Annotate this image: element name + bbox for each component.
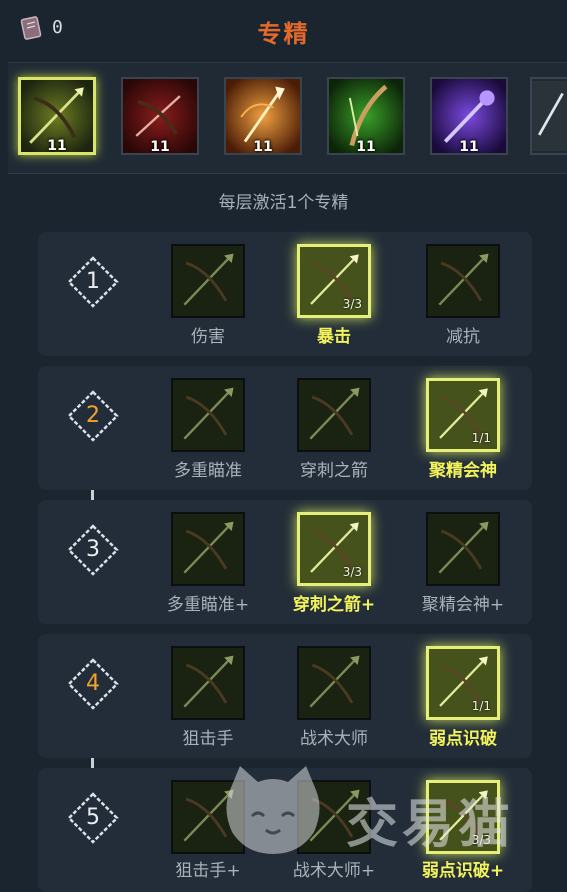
skill-icon-weakness[interactable]: 1/1 bbox=[426, 646, 500, 720]
skill-label: 狙击手 bbox=[182, 729, 234, 749]
weapon-level: 11 bbox=[150, 139, 170, 155]
skill-label: 弱点识破 bbox=[429, 729, 497, 749]
watermark: 交易猫 bbox=[218, 760, 548, 860]
page-title: 专精 bbox=[257, 20, 310, 48]
skill-icon-tactician[interactable] bbox=[297, 646, 371, 720]
weapon-slot-crossbow[interactable]: 11 bbox=[121, 77, 199, 155]
weapon-level: 11 bbox=[47, 138, 67, 154]
skill-rank: 1/1 bbox=[471, 699, 491, 713]
weapon-slot-blade[interactable] bbox=[530, 77, 567, 155]
tier-number: 2 bbox=[86, 403, 100, 428]
skill-icon-crit[interactable]: 3/3 bbox=[297, 244, 371, 318]
tier-number: 5 bbox=[86, 805, 100, 830]
skill-icon-sniper[interactable] bbox=[171, 646, 245, 720]
weapon-level: 11 bbox=[356, 139, 376, 155]
tier-node-2: 2 bbox=[63, 386, 123, 446]
skill-rank: 3/3 bbox=[342, 297, 362, 311]
skill-icon-focus[interactable]: 1/1 bbox=[426, 378, 500, 452]
weapon-slot-flame-spear[interactable]: 11 bbox=[224, 77, 302, 155]
tier-number: 4 bbox=[86, 671, 100, 696]
skill-icon-multi-aim-plus[interactable] bbox=[171, 512, 245, 586]
skill-icon-damage[interactable] bbox=[171, 244, 245, 318]
skill-label: 多重瞄准 bbox=[174, 461, 242, 481]
skill-label: 多重瞄准+ bbox=[166, 595, 250, 615]
skill-label: 聚精会神 bbox=[429, 461, 497, 481]
skill-label: 战术大师 bbox=[300, 729, 368, 749]
tier-node-4: 4 bbox=[63, 654, 123, 714]
tier-number: 3 bbox=[86, 537, 100, 562]
skill-icon-piercing-arrow-plus[interactable]: 3/3 bbox=[297, 512, 371, 586]
tier-node-5: 5 bbox=[63, 788, 123, 848]
tier-node-3: 3 bbox=[63, 520, 123, 580]
skill-label: 穿刺之箭 bbox=[300, 461, 368, 481]
skill-label: 穿刺之箭+ bbox=[292, 595, 376, 615]
skill-label: 聚精会神+ bbox=[421, 595, 505, 615]
weapon-selector: 11 11 11 11 11 bbox=[8, 62, 567, 174]
skill-icon-resist-down[interactable] bbox=[426, 244, 500, 318]
weapon-slot-green-bow[interactable]: 11 bbox=[327, 77, 405, 155]
skill-rank: 3/3 bbox=[342, 565, 362, 579]
weapon-level: 11 bbox=[253, 139, 273, 155]
tier-node-1: 1 bbox=[63, 252, 123, 312]
tier-hint: 每层激活1个专精 bbox=[218, 193, 349, 213]
skill-rank: 1/1 bbox=[471, 431, 491, 445]
cat-logo-icon bbox=[226, 766, 320, 854]
skill-icon-piercing-arrow[interactable] bbox=[297, 378, 371, 452]
top-bar: 0 专精 bbox=[0, 0, 567, 60]
skill-icon-focus-plus[interactable] bbox=[426, 512, 500, 586]
skill-label: 暴击 bbox=[317, 327, 351, 347]
weapon-slot-bow-spear[interactable]: 11 bbox=[18, 77, 96, 155]
skill-label: 伤害 bbox=[191, 327, 225, 347]
weapon-level: 11 bbox=[459, 139, 479, 155]
watermark-text: 交易猫 bbox=[346, 795, 515, 855]
weapon-slot-purple-staff[interactable]: 11 bbox=[430, 77, 508, 155]
skill-label: 减抗 bbox=[446, 327, 480, 347]
skill-icon-multi-aim[interactable] bbox=[171, 378, 245, 452]
tier-number: 1 bbox=[86, 269, 100, 294]
